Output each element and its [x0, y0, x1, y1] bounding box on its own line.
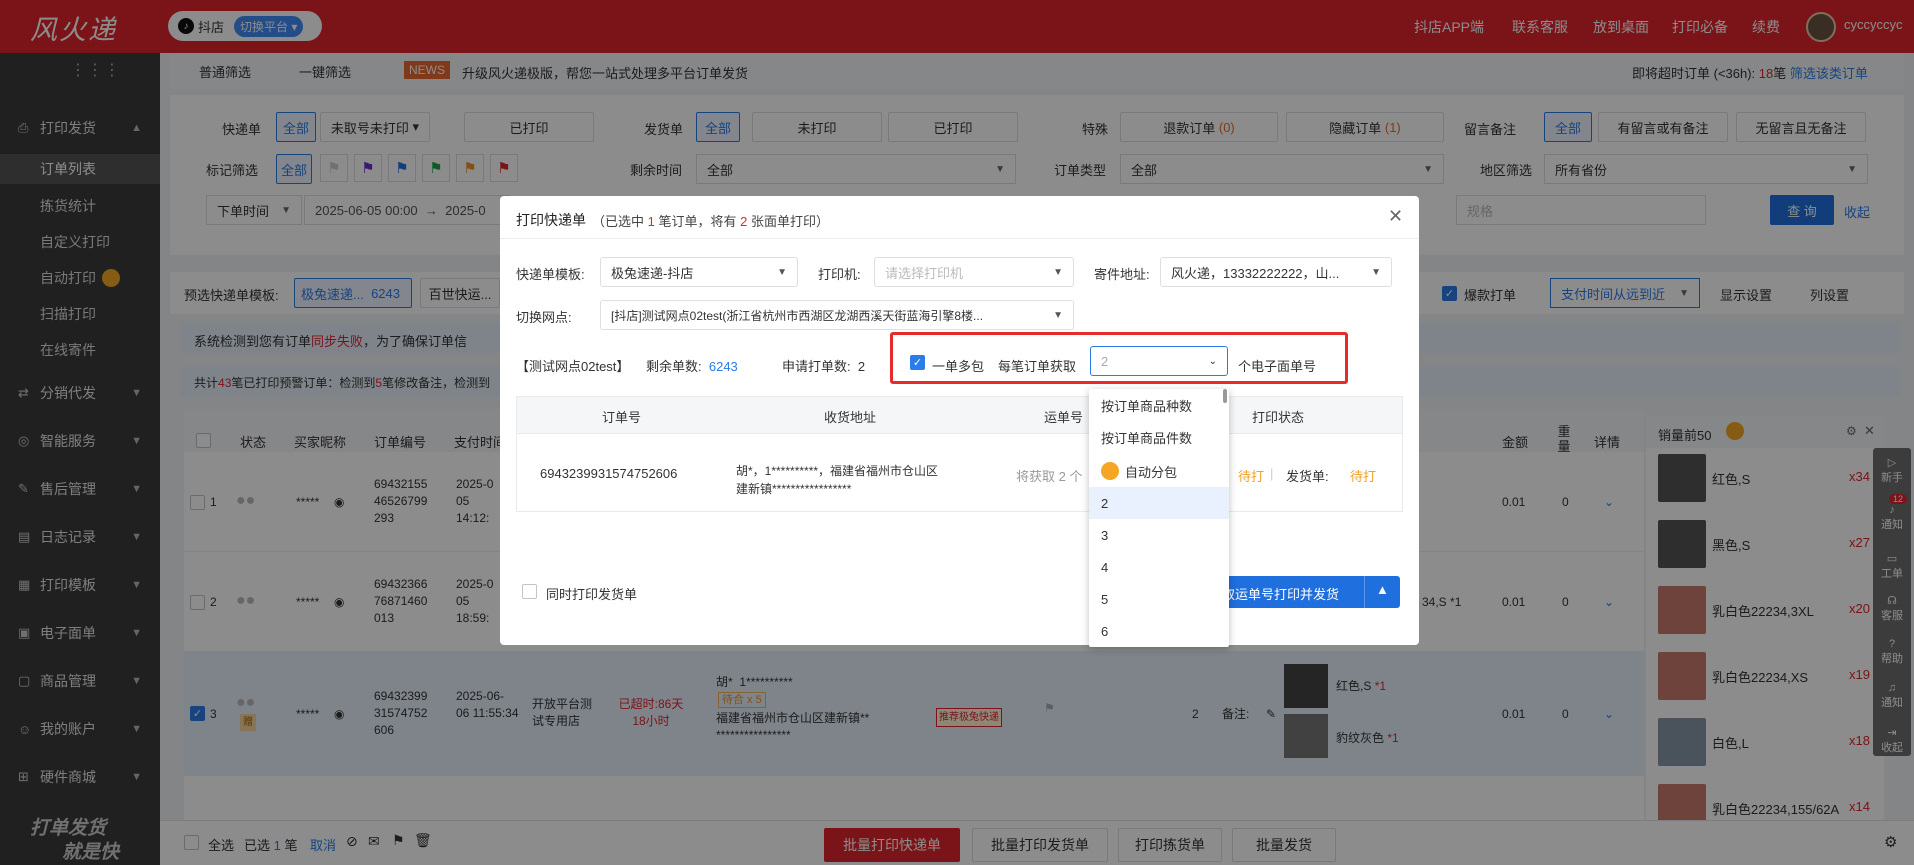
- print-waybill-dialog: 打印快递单 （已选中 1 笔订单，将有 2 张面单打印） ✕ 快递单模板: 极兔…: [500, 196, 1419, 645]
- dialog-address: 胡*，1**********，福建省福州市仓山区建新镇*************…: [736, 464, 939, 496]
- shipping-label: 发货单:: [1286, 469, 1329, 484]
- dialog-title: 打印快递单: [516, 212, 586, 228]
- button-divider: [1364, 576, 1365, 608]
- per-order-count-dropdown: 按订单商品种数 按订单商品件数 自动分包 2 3 4 5 6: [1089, 389, 1229, 647]
- modal-overlay-sidebar[interactable]: [0, 53, 160, 865]
- branch-select[interactable]: [抖店]测试网点02test(浙江省杭州市西湖区龙湖西溪天街蓝海引擎8楼... ▼: [600, 300, 1074, 330]
- col-address: 收货地址: [824, 410, 877, 425]
- option-3[interactable]: 3: [1089, 519, 1229, 551]
- printer-label: 打印机:: [818, 267, 861, 282]
- chevron-up-icon[interactable]: ▲: [1376, 582, 1389, 597]
- dialog-close-icon[interactable]: ✕: [1388, 206, 1403, 227]
- template-label: 快递单模板:: [516, 267, 585, 282]
- col-print-status: 打印状态: [1252, 410, 1305, 425]
- col-order-no: 订单号: [602, 410, 642, 425]
- apply-count: 申请打单数: 2: [782, 359, 866, 374]
- dialog-subtitle: （已选中 1 笔订单，将有 2 张面单打印）: [592, 214, 829, 229]
- option-2[interactable]: 2: [1089, 487, 1229, 519]
- template-select[interactable]: 极兔速递-抖店 ▼: [600, 257, 798, 287]
- option-5[interactable]: 5: [1089, 583, 1229, 615]
- branch-name: 【测试网点02test】: [516, 359, 630, 374]
- branch-label: 切换网点:: [516, 310, 572, 325]
- option-by-goods-pieces[interactable]: 按订单商品件数: [1089, 421, 1229, 453]
- per-order-count-select[interactable]: 2 ⌄: [1090, 346, 1228, 376]
- multi-package-checkbox[interactable]: ✓: [910, 355, 925, 370]
- col-waybill: 运单号: [1044, 410, 1084, 425]
- option-6[interactable]: 6: [1089, 615, 1229, 647]
- confirm-print-button[interactable]: 取运单号打印并发货: [1222, 584, 1339, 603]
- sender-address-select[interactable]: 风火递，13332222222，山... ▼: [1160, 257, 1392, 287]
- waybill-print-status: 待打: [1238, 469, 1265, 484]
- dialog-order-no: 6943239931574752606: [540, 466, 678, 481]
- unit-label: 个电子面单号: [1238, 359, 1317, 374]
- status-divider: |: [1270, 466, 1274, 481]
- printer-select[interactable]: 请选择打印机 ▼: [874, 257, 1074, 287]
- modal-overlay-top[interactable]: [0, 0, 1914, 53]
- shipping-print-status: 待打: [1350, 469, 1377, 484]
- fire-icon: [1101, 462, 1119, 480]
- also-print-shipping-label: 同时打印发货单: [546, 587, 638, 602]
- per-order-label: 每笔订单获取: [998, 359, 1077, 374]
- option-by-goods-kinds[interactable]: 按订单商品种数: [1089, 389, 1229, 421]
- option-auto-split[interactable]: 自动分包: [1089, 455, 1229, 487]
- also-print-shipping-checkbox[interactable]: [522, 584, 537, 599]
- option-4[interactable]: 4: [1089, 551, 1229, 583]
- dialog-waybill: 将获取 2 个: [1016, 469, 1083, 484]
- sender-address-label: 寄件地址:: [1094, 267, 1150, 282]
- remain-count: 剩余单数: 6243: [646, 359, 738, 374]
- multi-package-label: 一单多包: [932, 359, 985, 374]
